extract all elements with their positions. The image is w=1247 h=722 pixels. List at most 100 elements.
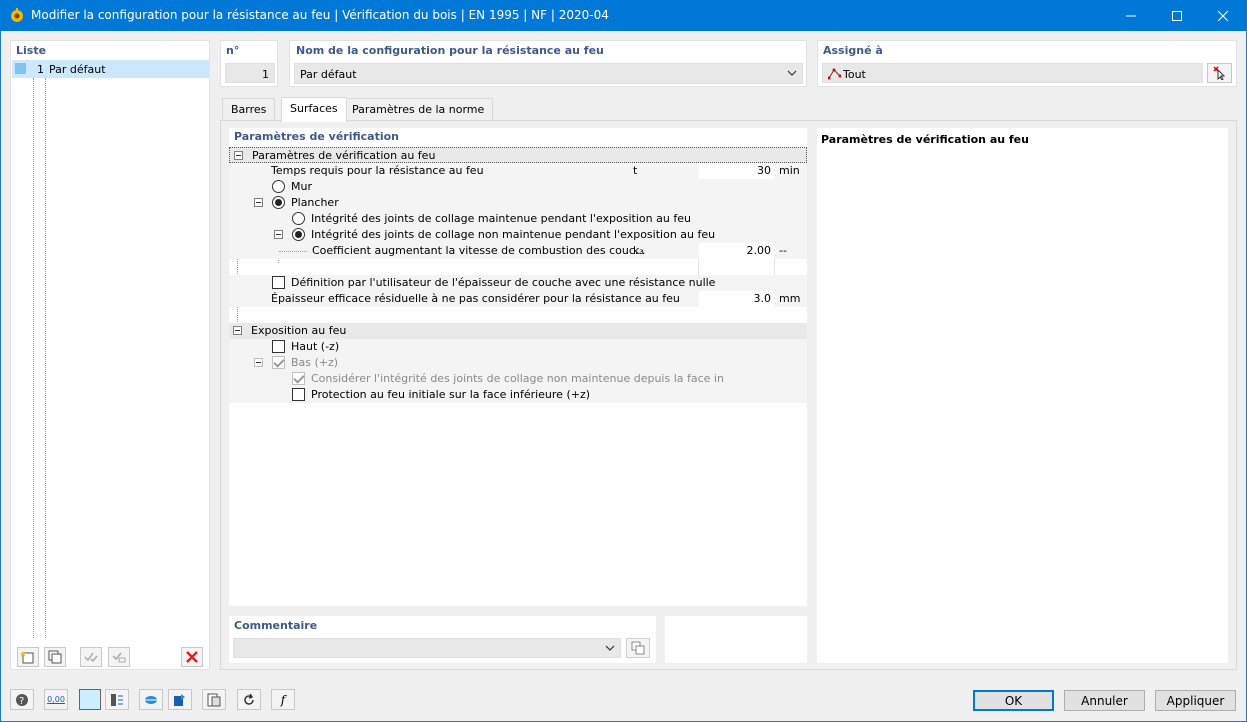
bas-label: Bas (+z) — [291, 356, 339, 369]
params-header: Paramètres de vérification — [234, 130, 399, 143]
group-fire-params[interactable]: Paramètres de vérification au feu — [229, 147, 807, 163]
user-def-row[interactable]: Définition par l'utilisateur de l'épaiss… — [229, 275, 807, 291]
protection-checkbox[interactable] — [292, 388, 305, 401]
required-time-value: 30 — [757, 164, 771, 177]
delete-button[interactable] — [181, 647, 203, 667]
collapse-icon[interactable] — [254, 198, 263, 207]
comment-panel: Commentaire — [229, 616, 656, 663]
window-title: Modifier la configuration pour la résist… — [31, 8, 609, 22]
coef-symbol: k₃ — [633, 244, 644, 257]
decimal-places-label: 0,00 — [47, 695, 65, 704]
comment-library-button[interactable] — [626, 638, 650, 658]
export-icon[interactable] — [168, 689, 192, 710]
list-item[interactable]: 1 Par défaut — [12, 60, 209, 78]
number-field: 1 — [225, 63, 275, 83]
group-fire-exposure-label: Exposition au feu — [251, 324, 347, 337]
bas-checkbox[interactable] — [272, 356, 285, 369]
config-name-select[interactable]: Par défaut — [294, 63, 803, 84]
list-header: Liste — [16, 44, 47, 57]
plancher-label: Plancher — [291, 196, 339, 209]
plancher-row[interactable]: Plancher — [229, 195, 807, 211]
svg-text:?: ? — [19, 696, 24, 707]
group-fire-params-label: Paramètres de vérification au feu — [252, 149, 436, 162]
uncheck-all-icon[interactable] — [108, 647, 130, 667]
check-all-icon[interactable] — [80, 647, 102, 667]
integrity-kept-row[interactable]: Intégrité des joints de collage maintenu… — [229, 211, 807, 227]
copy-icon — [631, 641, 645, 655]
close-button[interactable] — [1200, 0, 1246, 31]
color-icon[interactable] — [79, 689, 101, 710]
protection-label: Protection au feu initiale sur la face i… — [311, 388, 591, 401]
consider-checkbox[interactable] — [292, 372, 305, 385]
report-icon[interactable] — [202, 689, 226, 710]
number-panel: n° 1 — [220, 40, 278, 87]
residual-row[interactable]: Épaisseur efficace résiduelle à ne pas c… — [229, 291, 807, 307]
select-cursor-icon — [1212, 66, 1225, 80]
haut-label: Haut (-z) — [291, 340, 340, 353]
consider-row[interactable]: Considérer l'intégrité des joints de col… — [229, 371, 807, 387]
collapse-icon[interactable] — [233, 326, 242, 335]
required-time-row[interactable]: Temps requis pour la résistance au feu t… — [229, 163, 807, 179]
mur-row[interactable]: Mur — [229, 179, 807, 195]
required-time-label: Temps requis pour la résistance au feu — [271, 164, 484, 177]
color-swatch-icon — [15, 63, 26, 74]
residual-unit: mm — [779, 292, 801, 305]
new-item-button[interactable] — [17, 647, 39, 667]
integrity-not-kept-radio[interactable] — [292, 228, 305, 241]
coef-row[interactable]: Coefficient augmentant la vitesse de com… — [229, 243, 807, 259]
residual-label: Épaisseur efficace résiduelle à ne pas c… — [271, 292, 680, 305]
chevron-down-icon — [605, 643, 615, 656]
tab-parametres-norme[interactable]: Paramètres de la norme — [343, 98, 494, 120]
required-time-symbol: t — [633, 164, 638, 177]
bas-row[interactable]: Bas (+z) — [229, 355, 807, 371]
comment-select[interactable] — [233, 638, 621, 658]
coef-unit: -- — [779, 244, 787, 257]
reset-icon[interactable] — [237, 689, 261, 710]
collapse-icon[interactable] — [234, 151, 243, 160]
apply-button[interactable]: Appliquer — [1155, 690, 1236, 711]
import-icon[interactable] — [139, 689, 163, 710]
plancher-radio[interactable] — [272, 196, 285, 209]
maximize-button[interactable] — [1154, 0, 1200, 31]
cancel-button[interactable]: Annuler — [1064, 690, 1145, 711]
list-panel: Liste 1 Par défaut — [10, 40, 210, 670]
decimal-places-button[interactable]: 0,00 — [44, 689, 68, 710]
required-time-unit: min — [779, 164, 800, 177]
group-fire-exposure[interactable]: Exposition au feu — [229, 323, 807, 339]
haut-row[interactable]: Haut (-z) — [229, 339, 807, 355]
minimize-button[interactable] — [1108, 0, 1154, 31]
consider-label: Considérer l'intégrité des joints de col… — [311, 372, 724, 385]
collapse-icon[interactable] — [274, 230, 283, 239]
mur-radio[interactable] — [272, 180, 285, 193]
collapse-icon[interactable] — [254, 358, 263, 367]
haut-checkbox[interactable] — [272, 340, 285, 353]
integrity-not-kept-label: Intégrité des joints de collage non main… — [311, 228, 716, 241]
list-item-label: Par défaut — [49, 63, 106, 76]
integrity-not-kept-row[interactable]: Intégrité des joints de collage non main… — [229, 227, 807, 243]
info-panel: Paramètres de vérification au feu — [817, 128, 1228, 663]
user-def-checkbox[interactable] — [272, 276, 285, 289]
comment-header: Commentaire — [234, 619, 318, 632]
title-bar: Modifier la configuration pour la résist… — [0, 0, 1247, 31]
mur-label: Mur — [291, 180, 312, 193]
tab-barres[interactable]: Barres — [222, 98, 276, 120]
tab-surfaces[interactable]: Surfaces — [281, 97, 347, 122]
units-icon[interactable] — [105, 689, 129, 710]
coef-label: Coefficient augmentant la vitesse de com… — [312, 244, 646, 257]
copy-item-button[interactable] — [44, 647, 66, 667]
help-icon[interactable]: ? — [10, 689, 34, 710]
config-name-panel: Nom de la configuration pour la résistan… — [289, 40, 807, 87]
config-name-value: Par défaut — [300, 68, 357, 81]
integrity-kept-radio[interactable] — [292, 212, 305, 225]
assigned-field: Tout — [822, 63, 1203, 83]
ok-button[interactable]: OK — [973, 690, 1054, 711]
pick-button[interactable] — [1207, 63, 1232, 83]
assigned-panel: Assigné à Tout — [817, 40, 1237, 87]
chevron-down-icon — [787, 68, 797, 81]
params-panel: Paramètres de vérification Paramètres de… — [229, 128, 807, 606]
protection-row[interactable]: Protection au feu initiale sur la face i… — [229, 387, 807, 403]
info-panel-title: Paramètres de vérification au feu — [821, 133, 1029, 146]
number-value: 1 — [262, 68, 269, 81]
config-name-header: Nom de la configuration pour la résistan… — [296, 44, 604, 57]
formula-icon[interactable]: f — [271, 689, 295, 710]
